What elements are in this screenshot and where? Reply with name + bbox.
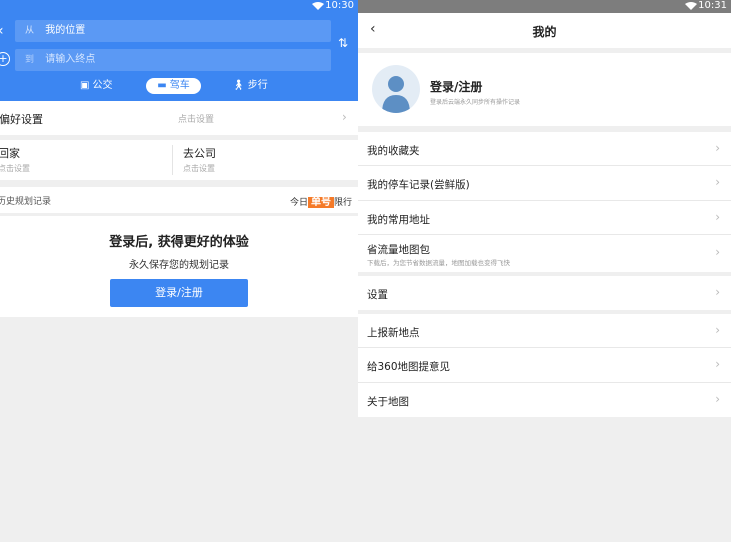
profile-card[interactable]: 登录/注册 登录后云端永久同步所有操作记录: [358, 53, 731, 126]
menu-label: 上报新地点: [367, 327, 420, 339]
limit-suffix: 限行: [333, 198, 352, 208]
shortcut-row: 回家 点击设置 去公司 点击设置: [0, 140, 358, 180]
work-shortcut[interactable]: 去公司 点击设置: [183, 145, 216, 174]
work-title: 去公司: [183, 147, 216, 160]
menu-settings[interactable]: 设置 ›: [358, 276, 731, 310]
menu-label: 给360地图提意见: [367, 361, 451, 373]
limit-badge: 单号: [307, 197, 334, 208]
menu-label: 我的收藏夹: [367, 145, 420, 157]
chevron-right-icon: ›: [342, 110, 347, 124]
menu-parking-records[interactable]: 我的停车记录(尝鲜版) ›: [358, 166, 731, 201]
plus-icon[interactable]: +: [0, 52, 10, 66]
chevron-right-icon: ›: [715, 323, 720, 337]
tab-walk[interactable]: 🚶︎ 步行: [232, 78, 268, 94]
preference-label: 偏好设置: [0, 113, 43, 126]
preference-hint: 点击设置: [178, 115, 215, 125]
chevron-right-icon: ›: [715, 175, 720, 189]
destination-tag: 到: [25, 55, 35, 65]
wifi-icon: [312, 2, 324, 10]
work-sub: 点击设置: [183, 164, 215, 173]
status-bar: 10:31: [358, 0, 731, 13]
menu-common-addresses[interactable]: 我的常用地址 ›: [358, 201, 731, 235]
traffic-limit: 今日 单号 限行: [290, 193, 352, 208]
divider: [172, 145, 173, 175]
wifi-icon: [685, 2, 697, 10]
menu-label: 我的停车记录(尝鲜版): [367, 179, 470, 191]
home-title: 回家: [0, 147, 20, 160]
profile-login-link[interactable]: 登录/注册: [430, 78, 482, 95]
status-time: 10:31: [698, 0, 727, 11]
car-icon: ▬: [157, 80, 167, 91]
origin-tag: 从: [25, 26, 35, 36]
route-header: 10:30 ‹ 从 我的位置 到 请输入终点 + ⇅ ▣公交 ▬驾车 🚶︎步行: [0, 0, 358, 101]
walk-icon: 🚶︎: [232, 80, 245, 91]
profile-sub: 登录后云端永久同步所有操作记录: [430, 99, 521, 106]
menu-sub: 下载后，为您节省数据流量，地图加载也变得飞快: [367, 259, 510, 267]
chevron-right-icon: ›: [715, 245, 720, 259]
origin-input[interactable]: 从 我的位置: [15, 20, 331, 42]
menu-label: 设置: [367, 289, 388, 301]
back-arrow-icon[interactable]: ‹: [0, 23, 4, 39]
history-row: 历史规划记录 今日 单号 限行: [0, 187, 358, 213]
login-promo-subtitle: 永久保存您的规划记录: [129, 260, 229, 271]
swap-icon[interactable]: ⇅: [338, 36, 348, 50]
bus-icon: ▣: [80, 80, 90, 91]
chevron-right-icon: ›: [715, 141, 720, 155]
destination-input[interactable]: 到 请输入终点: [15, 49, 331, 71]
chevron-right-icon: ›: [715, 210, 720, 224]
status-bar: 10:30: [0, 0, 358, 12]
menu-label: 我的常用地址: [367, 214, 430, 226]
home-shortcut[interactable]: 回家 点击设置: [0, 145, 30, 174]
menu-about[interactable]: 关于地图 ›: [358, 383, 731, 417]
tab-bus-label: 公交: [92, 80, 113, 91]
chevron-right-icon: ›: [715, 392, 720, 406]
route-planning-screen: 10:30 ‹ 从 我的位置 到 请输入终点 + ⇅ ▣公交 ▬驾车 🚶︎步行 …: [0, 0, 358, 542]
status-time: 10:30: [325, 0, 354, 11]
tab-bus[interactable]: ▣ 公交: [80, 78, 112, 94]
tab-walk-label: 步行: [247, 80, 268, 91]
person-silhouette: [382, 76, 410, 113]
origin-value: 我的位置: [45, 25, 86, 36]
chevron-right-icon: ›: [715, 357, 720, 371]
menu-offline-maps[interactable]: 省流量地图包 下载后，为您节省数据流量，地图加载也变得飞快 ›: [358, 235, 731, 272]
menu-feedback[interactable]: 给360地图提意见 ›: [358, 348, 731, 383]
menu-favorites[interactable]: 我的收藏夹 ›: [358, 132, 731, 166]
page-title: 我的: [532, 25, 557, 39]
login-button[interactable]: 登录/注册: [110, 279, 248, 307]
history-label: 历史规划记录: [0, 197, 52, 207]
home-sub: 点击设置: [0, 164, 30, 173]
menu-label: 关于地图: [367, 396, 409, 408]
profile-screen: 10:31 ‹ 我的 登录/注册 登录后云端永久同步所有操作记录 我的收藏夹 ›…: [358, 0, 731, 542]
login-promo: 登录后, 获得更好的体验 永久保存您的规划记录 登录/注册: [0, 216, 358, 317]
app-header: ‹ 我的: [358, 13, 731, 48]
tab-drive-label: 驾车: [169, 80, 190, 91]
avatar-icon: [372, 65, 420, 113]
chevron-right-icon: ›: [715, 285, 720, 299]
tab-drive[interactable]: ▬ 驾车: [146, 78, 201, 94]
login-promo-title: 登录后, 获得更好的体验: [109, 235, 249, 250]
preference-row[interactable]: 偏好设置 点击设置 ›: [0, 101, 358, 135]
menu-label: 省流量地图包: [367, 244, 430, 256]
limit-prefix: 今日: [289, 198, 308, 208]
menu-report-place[interactable]: 上报新地点 ›: [358, 314, 731, 348]
destination-placeholder: 请输入终点: [45, 54, 96, 65]
